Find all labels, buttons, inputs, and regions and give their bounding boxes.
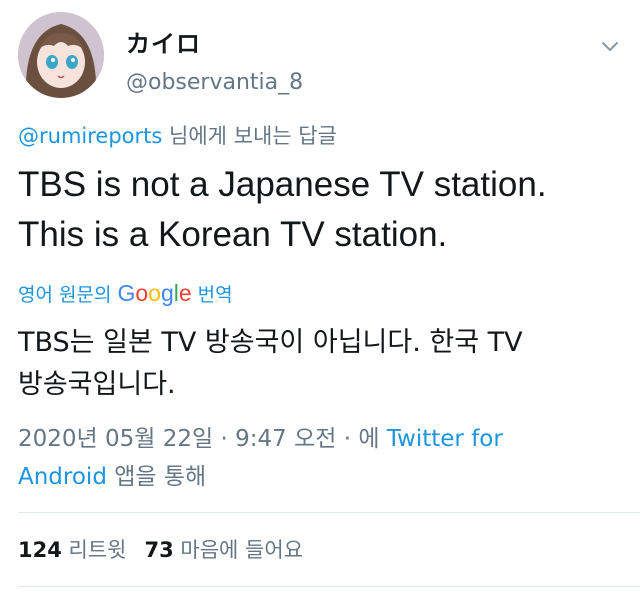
- translate-suffix: 번역: [197, 284, 233, 306]
- tweet-datetime[interactable]: 2020년 05월 22일 · 9:47 오전 · 에: [18, 426, 387, 452]
- translate-prefix: 영어 원문의: [18, 284, 112, 306]
- translated-text-line: TBS는 일본 TV 방송국이 아닙니다. 한국 TV: [18, 327, 523, 358]
- avatar[interactable]: [18, 12, 104, 98]
- translate-link[interactable]: 영어 원문의 Google 번역: [18, 280, 233, 307]
- likes-stat[interactable]: 73 마음에 들어요: [145, 538, 304, 562]
- google-logo: Google: [117, 280, 192, 306]
- translated-text: TBS는 일본 TV 방송국이 아닙니다. 한국 TV 방송국입니다.: [18, 322, 626, 406]
- tweet-stats: 124 리트윗 73 마음에 들어요: [18, 534, 303, 564]
- reply-context: @rumireports 님에게 보내는 답글: [18, 120, 337, 150]
- tweet-text: TBS is not a Japanese TV station. This i…: [18, 160, 626, 260]
- reply-suffix: 님에게 보내는 답글: [162, 124, 337, 148]
- likes-count: 73: [144, 538, 174, 562]
- translated-text-line: 방송국입니다.: [18, 369, 176, 400]
- avatar-illustration: [18, 12, 104, 98]
- retweets-count: 124: [18, 538, 62, 562]
- tweet-text-line: TBS is not a Japanese TV station.: [18, 165, 547, 204]
- tweet-source-link[interactable]: Android: [18, 464, 107, 490]
- user-handle[interactable]: @observantia_8: [126, 70, 303, 95]
- tweet-text-line: This is a Korean TV station.: [18, 215, 448, 254]
- divider: [18, 586, 640, 587]
- tweet-source-suffix: 앱을 통해: [106, 464, 207, 490]
- reply-mention-link[interactable]: @rumireports: [18, 124, 162, 148]
- display-name[interactable]: カイロ: [126, 24, 201, 59]
- retweets-label: 리트윗: [68, 538, 127, 562]
- retweets-stat[interactable]: 124 리트윗: [18, 538, 127, 562]
- likes-label: 마음에 들어요: [180, 538, 304, 562]
- divider: [18, 512, 640, 513]
- tweet-header: カイロ @observantia_8: [18, 12, 622, 112]
- tweet-meta: 2020년 05월 22일 · 9:47 오전 · 에 Twitter for …: [18, 420, 626, 496]
- tweet-source-link[interactable]: Twitter for: [387, 426, 503, 452]
- chevron-down-icon[interactable]: [598, 34, 622, 58]
